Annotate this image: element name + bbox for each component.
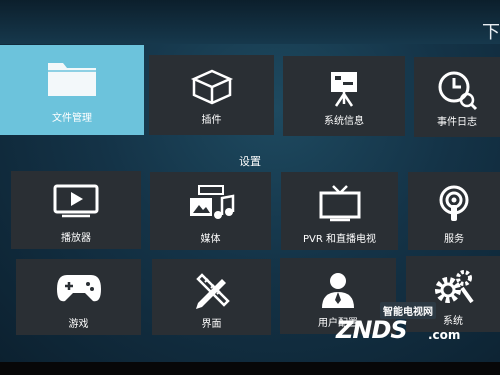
section-title: 设置 bbox=[239, 155, 261, 168]
tile-label: 系统信息 bbox=[324, 116, 364, 127]
corner-title: 下 bbox=[482, 22, 500, 43]
tile-label: 事件日志 bbox=[437, 117, 477, 128]
tile-label: 播放器 bbox=[61, 233, 91, 244]
media-icon bbox=[187, 184, 235, 222]
folder-icon bbox=[45, 57, 99, 99]
play-screen-icon bbox=[52, 183, 100, 219]
watermark-suffix: .com bbox=[428, 328, 461, 342]
tile-player[interactable]: 播放器 bbox=[11, 171, 141, 249]
tile-event-log[interactable]: 事件日志 bbox=[414, 57, 500, 137]
tile-label: 游戏 bbox=[68, 319, 89, 330]
box-icon bbox=[190, 67, 234, 105]
top-band bbox=[0, 0, 500, 44]
pencil-ruler-icon bbox=[192, 271, 232, 311]
tile-addons[interactable]: 插件 bbox=[149, 55, 274, 135]
tile-label: 服务 bbox=[444, 234, 464, 245]
tile-games[interactable]: 游戏 bbox=[16, 259, 141, 335]
tile-media[interactable]: 媒体 bbox=[150, 172, 271, 250]
podcast-icon bbox=[434, 184, 474, 224]
tile-pvr-live-tv[interactable]: PVR 和直播电视 bbox=[281, 172, 398, 250]
tile-label: 插件 bbox=[201, 115, 222, 126]
tile-interface[interactable]: 界面 bbox=[152, 259, 271, 335]
tile-label: 文件管理 bbox=[52, 113, 92, 124]
tile-system-info[interactable]: 系统信息 bbox=[283, 56, 405, 136]
tile-services[interactable]: 服务 bbox=[408, 172, 500, 250]
tile-label: 媒体 bbox=[200, 234, 221, 245]
tile-label: 界面 bbox=[201, 319, 222, 330]
watermark-logo: ZNDS bbox=[336, 316, 408, 344]
clock-search-icon bbox=[436, 69, 478, 111]
tile-label: PVR 和直播电视 bbox=[303, 234, 376, 245]
tv-icon bbox=[318, 184, 362, 222]
watermark: 智能电视网 ZNDS .com bbox=[336, 302, 466, 354]
tv-screen: 下 文件管理 插件 系统信息 事件日志 设置 播放器 媒体 PVR 和直播电视 … bbox=[0, 0, 500, 362]
presentation-icon bbox=[324, 68, 364, 108]
gamepad-icon bbox=[55, 271, 103, 305]
tile-file-manager[interactable]: 文件管理 bbox=[0, 45, 144, 135]
